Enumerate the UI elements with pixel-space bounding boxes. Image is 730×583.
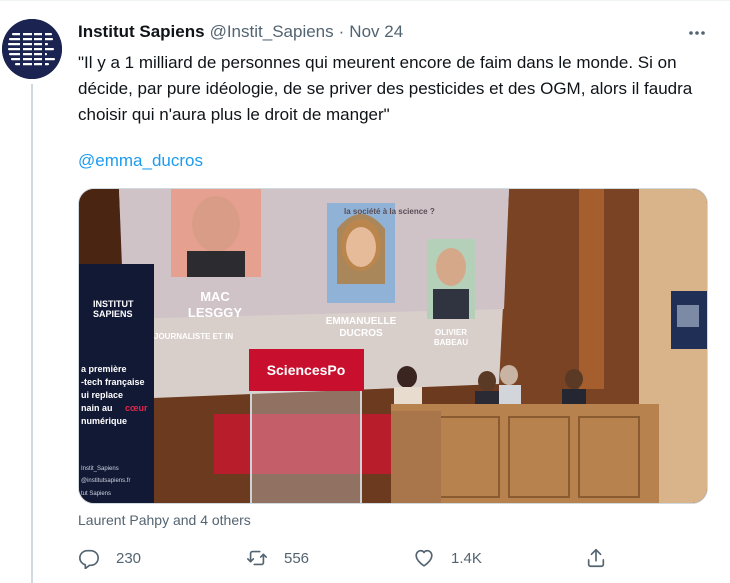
separator-dot: · (338, 22, 345, 41)
institut-sapiens-logo-icon (2, 19, 62, 79)
divider (0, 0, 730, 1)
banner-line-5: numérique (81, 416, 127, 426)
podium-label: SciencesPo (267, 362, 346, 378)
banner-highlight: cœur (125, 403, 148, 413)
speaker1-role: JOURNALISTE ET IN (154, 332, 233, 341)
banner-footer: tut Sapiens (81, 491, 111, 497)
reply-count: 230 (116, 549, 142, 567)
share-button[interactable] (585, 543, 607, 573)
more-horizontal-icon (689, 31, 705, 35)
avatar[interactable] (2, 19, 62, 79)
banner-line-4: nain au (81, 403, 113, 413)
speaker3-name-line1: OLIVIER (435, 328, 467, 337)
reply-icon (78, 547, 100, 569)
banner-handle: Instit_Sapiens (81, 466, 119, 472)
author-name[interactable]: Institut Sapiens (78, 22, 205, 42)
author-handle[interactable]: @Instit_Sapiens (210, 22, 334, 42)
conference-photo: la société à la science ? MAC LESGGY JOU… (79, 189, 707, 503)
more-options-button[interactable] (686, 22, 708, 44)
slide-heading: la société à la science ? (344, 207, 435, 216)
retweet-button[interactable]: 556 (246, 543, 309, 573)
like-button[interactable]: 1.4K (413, 543, 482, 573)
tagged-people[interactable]: Laurent Pahpy and 4 others (78, 512, 251, 528)
speaker1-name-line2: LESGGY (188, 305, 243, 320)
speaker2-name-line2: DUCROS (339, 328, 383, 339)
banner-site: @institutsapiens.fr (81, 478, 130, 484)
mention-link[interactable]: @emma_ducros (78, 150, 203, 172)
action-bar: 230 556 1.4K (78, 543, 618, 573)
tweet-header: Institut Sapiens @Instit_Sapiens · Nov 2… (78, 22, 403, 44)
tweet-photo[interactable]: la société à la science ? MAC LESGGY JOU… (78, 188, 708, 504)
speaker2-name-line1: EMMANUELLE (326, 316, 397, 327)
thread-connector-line (31, 84, 33, 583)
speaker1-name-line1: MAC (200, 289, 230, 304)
share-icon (585, 547, 607, 569)
banner-brand-line2: SAPIENS (93, 309, 133, 319)
tweet-card[interactable]: Institut Sapiens @Instit_Sapiens · Nov 2… (0, 0, 730, 583)
banner-line-3: ui replace (81, 390, 123, 400)
speaker3-name-line2: BABEAU (434, 338, 468, 347)
banner-line-2: -tech française (81, 377, 145, 387)
heart-icon (413, 547, 435, 569)
tweet-text: "Il y a 1 milliard de personnes qui meur… (78, 53, 693, 124)
banner-brand-line1: INSTITUT (93, 299, 134, 309)
like-count: 1.4K (451, 549, 482, 567)
tweet-date[interactable]: Nov 24 (349, 22, 403, 42)
retweet-count: 556 (284, 549, 310, 567)
retweet-icon (246, 547, 268, 569)
banner-line-1: a première (81, 364, 127, 374)
reply-button[interactable]: 230 (78, 543, 141, 573)
